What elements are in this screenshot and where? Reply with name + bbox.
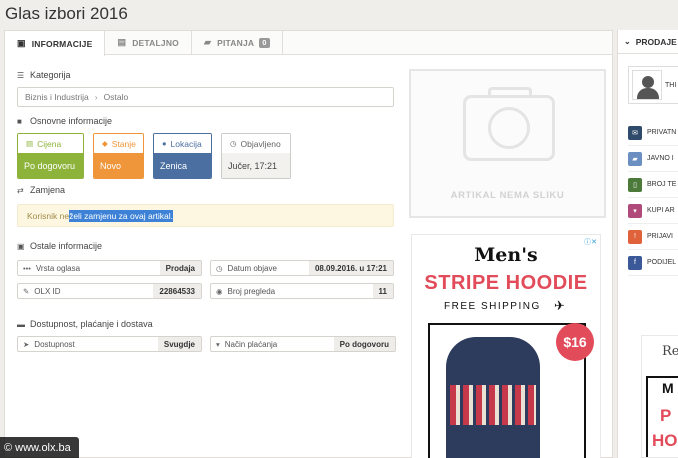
published-card: ◷ Objavljeno Jučer, 17:21: [221, 133, 291, 179]
chat-icon: ▰: [203, 37, 212, 47]
info-icon: ▣: [17, 38, 26, 48]
private-message-button[interactable]: ✉ PRIVATN: [628, 120, 678, 146]
view-count-row: ◉ Broj pregleda 11: [210, 283, 394, 299]
no-image-placeholder: ARTIKAL NEMA SLIKU: [409, 69, 606, 218]
location-card: ● Lokacija Zenica: [153, 133, 212, 179]
clock-icon: ◷: [230, 139, 237, 148]
tab-pitanja[interactable]: ▰ PITANJA 0: [192, 31, 283, 54]
cart-icon: ▾: [216, 339, 220, 349]
chat-icon: ▰: [628, 151, 642, 166]
report-button[interactable]: ! PRIJAVI: [628, 224, 678, 250]
phone-number-button[interactable]: ▯ BROJ TE: [628, 172, 678, 198]
camera-icon: [463, 87, 555, 161]
buy-item-button[interactable]: ▾ KUPI AR: [628, 198, 678, 224]
location-arrow-icon: ➤: [23, 339, 30, 349]
bookmark-icon: ■: [17, 116, 22, 126]
dots-icon: •••: [23, 263, 31, 273]
selected-text: želi zamjenu za ovaj artikal.: [69, 209, 173, 222]
avatar: [632, 70, 662, 100]
publish-date-row: ◷ Datum objave 08.09.2016. u 17:21: [210, 260, 394, 276]
published-value: Jučer, 17:21: [222, 153, 290, 178]
seller-card[interactable]: THI: [628, 66, 678, 104]
wrench-icon: ✎: [23, 286, 30, 296]
public-question-button[interactable]: ▰ JAVNO I: [628, 146, 678, 172]
exchange-heading: ⇄ Zamjena: [17, 185, 66, 195]
questions-count-badge: 0: [259, 37, 270, 48]
breadcrumb-item[interactable]: Biznis i Industrija: [25, 92, 89, 102]
document-icon: ▤: [117, 37, 127, 47]
availability-row: ➤ Dostupnost Svugdje: [17, 336, 202, 352]
watermark: © www.olx.ba: [0, 437, 79, 458]
price-card: ▤ Cijena Po dogovoru: [17, 133, 84, 179]
availability-heading: ▬ Dostupnost, plaćanje i dostava: [17, 319, 153, 329]
price-icon: ▤: [26, 139, 34, 148]
chevron-right-icon: ›: [94, 92, 98, 102]
eye-icon: ◉: [216, 286, 223, 296]
breadcrumb-item[interactable]: Ostalo: [104, 92, 129, 102]
tab-informacije[interactable]: ▣ INFORMACIJE: [5, 31, 106, 56]
clock-icon: ◷: [216, 263, 223, 273]
truck-icon: ▬: [17, 319, 25, 329]
basic-info-heading: ■ Osnovne informacije: [17, 116, 113, 126]
info-box-icon: ▣: [17, 241, 25, 251]
seller-heading: ⌄ PRODAJE: [618, 30, 678, 54]
tab-bar: ▣ INFORMACIJE ▤ DETALJNO ▰ PITANJA 0: [5, 31, 612, 56]
other-info-heading: ▣ Ostale informacije: [17, 241, 103, 251]
chevron-down-icon: ⌄: [624, 37, 631, 46]
tab-detaljno[interactable]: ▤ DETALJNO: [105, 31, 192, 54]
seller-actions: ✉ PRIVATN ▰ JAVNO I ▯ BROJ TE ▾ KUPI AR …: [628, 120, 678, 276]
envelope-icon: ✉: [628, 125, 642, 140]
price-badge: $16: [556, 323, 594, 361]
phone-icon: ▯: [628, 177, 642, 192]
exchange-icon: ⇄: [17, 185, 24, 195]
olx-id-row: ✎ OLX ID 22864533: [17, 283, 202, 299]
category-heading: ☰ Kategorija: [17, 70, 71, 80]
listing-panel: ▣ INFORMACIJE ▤ DETALJNO ▰ PITANJA 0 ☰ K…: [4, 30, 613, 458]
sidebar-advertisement[interactable]: Re M P HO: [641, 335, 678, 458]
ad-type-row: ••• Vrsta oglasa Prodaja: [17, 260, 202, 276]
share-button[interactable]: f PODIJEL: [628, 250, 678, 276]
exchange-notice: Korisnik ne želi zamjenu za ovaj artikal…: [17, 204, 394, 227]
category-breadcrumb: Biznis i Industrija › Ostalo: [17, 87, 394, 107]
facebook-icon: f: [628, 255, 642, 270]
advertisement-banner[interactable]: ⓘ✕ Men's STRIPE HOODIE FREE SHIPPING ✈ $…: [411, 234, 601, 458]
seller-sidebar: ⌄ PRODAJE THI ✉ PRIVATN ▰ JAVNO I ▯ BROJ…: [617, 30, 678, 458]
page-title: Glas izbori 2016: [5, 4, 128, 23]
condition-card: ◆ Stanje Novo: [93, 133, 144, 179]
airplane-icon: ✈: [554, 298, 565, 313]
location-value: Zenica: [154, 153, 211, 178]
tag-icon: ◆: [102, 139, 108, 148]
seller-name: THI: [665, 81, 677, 89]
condition-value: Novo: [94, 153, 143, 178]
list-icon: ☰: [17, 70, 25, 80]
cart-icon: ▾: [628, 203, 642, 218]
warning-icon: !: [628, 229, 642, 244]
payment-method-row: ▾ Način plaćanja Po dogovoru: [210, 336, 396, 352]
price-value: Po dogovoru: [18, 153, 83, 178]
location-pin-icon: ●: [162, 139, 167, 148]
